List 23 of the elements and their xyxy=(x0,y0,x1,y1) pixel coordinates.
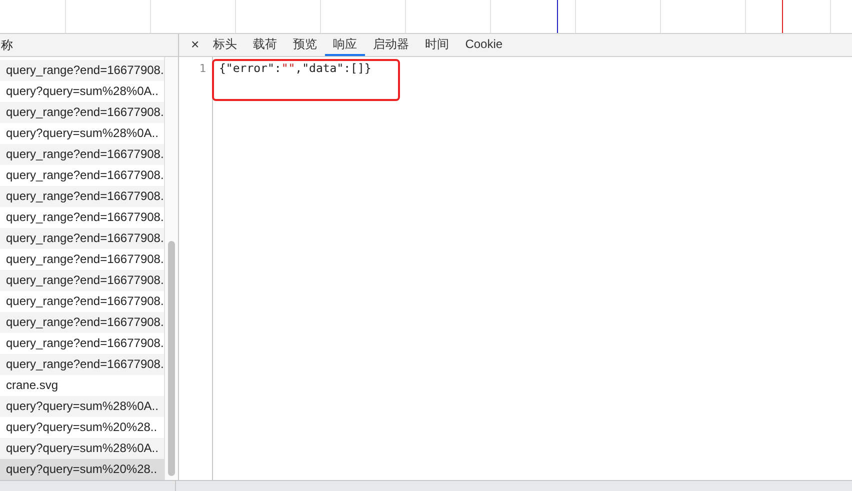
request-row[interactable]: query_range?end=16677908. xyxy=(0,354,164,375)
request-row[interactable]: query_range?end=16677908. xyxy=(0,312,164,333)
request-row[interactable]: query_range?end=16677908. xyxy=(0,270,164,291)
tab[interactable]: 时间 xyxy=(417,34,458,56)
request-row[interactable]: query_range?end=16677908. xyxy=(0,60,164,81)
request-row[interactable]: query?query=sum%28%0A.. xyxy=(0,396,164,417)
tab[interactable]: 预览 xyxy=(285,34,326,56)
request-row[interactable]: query_range?end=16677908. xyxy=(0,186,164,207)
tab[interactable]: 标头 xyxy=(205,34,246,56)
request-row[interactable]: query?query=sum%28%0A.. xyxy=(0,438,164,459)
request-row[interactable]: query_range?end=16677908. xyxy=(0,102,164,123)
request-row[interactable]: query_range?end=16677908. xyxy=(0,228,164,249)
code-line: {"error":"","data":[]} xyxy=(219,61,372,76)
request-row[interactable]: query_range?end=16677908. xyxy=(0,144,164,165)
scrollbar-thumb[interactable] xyxy=(168,241,176,476)
line-number: 1 xyxy=(198,61,206,76)
column-header[interactable]: 称 xyxy=(1,36,13,54)
close-button[interactable]: × xyxy=(185,34,206,56)
tab[interactable]: 响应 xyxy=(325,34,366,56)
tab[interactable]: 启动器 xyxy=(365,34,418,56)
request-row[interactable]: query?query=sum%20%28.. xyxy=(0,459,164,480)
tab[interactable]: 载荷 xyxy=(245,34,286,56)
tab[interactable]: Cookie xyxy=(457,34,511,56)
